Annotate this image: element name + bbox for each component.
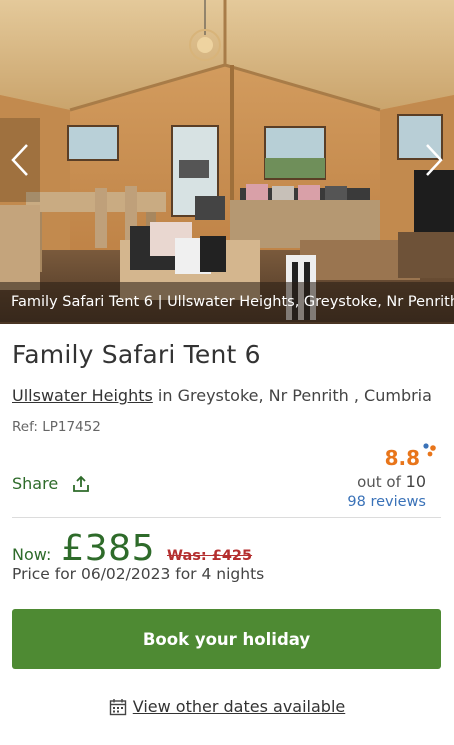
share-button[interactable]: Share: [12, 474, 90, 493]
price-row: Now: £385 Was: £425: [12, 528, 252, 569]
price-note: Price for 06/02/2023 for 4 nights: [12, 565, 265, 583]
hero-gallery[interactable]: Family Safari Tent 6 | Ullswater Heights…: [0, 0, 454, 324]
now-label: Now:: [12, 545, 52, 564]
share-label: Share: [12, 474, 59, 493]
location-text: in Greystoke, Nr Penrith , Cumbria: [152, 386, 432, 405]
was-price: Was: £425: [166, 548, 253, 564]
listing-title: Family Safari Tent 6: [12, 340, 261, 369]
share-upload-icon: [72, 475, 90, 493]
view-other-dates-link[interactable]: View other dates available: [0, 697, 454, 716]
current-price: £385: [61, 528, 155, 569]
listing-ref: Ref: LP17452: [12, 419, 101, 435]
rating-out-of: out of 10: [357, 472, 426, 491]
hero-caption: Family Safari Tent 6 | Ullswater Heights…: [0, 282, 454, 322]
reviews-link[interactable]: 98 reviews: [347, 494, 426, 510]
rating-block: 8.8 out of 10 98 reviews: [347, 443, 436, 510]
chevron-left-icon: [11, 144, 28, 176]
rating-score: 8.8: [385, 443, 436, 470]
calendar-icon: [109, 698, 127, 716]
chevron-right-icon: [426, 144, 443, 176]
book-holiday-button[interactable]: Book your holiday: [12, 609, 441, 669]
gallery-prev-button[interactable]: [0, 118, 40, 202]
rating-dots-icon: [423, 443, 436, 457]
divider: [12, 517, 441, 518]
hero-image: [0, 0, 454, 324]
view-other-dates-label: View other dates available: [132, 697, 346, 716]
listing-location: Ullswater Heights in Greystoke, Nr Penri…: [12, 386, 432, 405]
gallery-next-button[interactable]: [414, 118, 454, 202]
site-link[interactable]: Ullswater Heights: [12, 386, 153, 405]
